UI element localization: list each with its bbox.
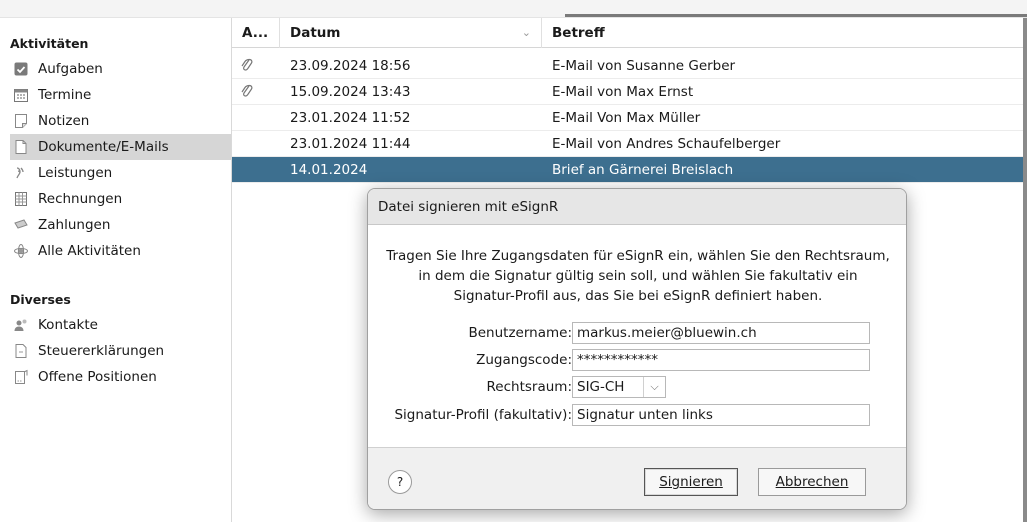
top-toolbar bbox=[0, 0, 1027, 18]
cell-datum: 23.01.2024 11:52 bbox=[290, 110, 411, 126]
cell-betreff: E-Mail Von Max Müller bbox=[552, 110, 701, 126]
jurisdiction-select[interactable]: SIG-CH ⌵ bbox=[572, 376, 666, 398]
code-label: Zugangscode: bbox=[476, 352, 572, 368]
sidebar-item-kontakte[interactable]: Kontakte bbox=[10, 312, 231, 338]
sidebar-item-notizen[interactable]: Notizen bbox=[10, 108, 231, 134]
sidebar-item-label: Leistungen bbox=[38, 165, 113, 181]
table-row-selected[interactable]: 14.01.2024 Brief an Gärnerei Breislach bbox=[232, 157, 1023, 183]
sidebar-item-label: Zahlungen bbox=[38, 217, 111, 233]
calendar-icon bbox=[12, 86, 30, 104]
cell-betreff: Brief an Gärnerei Breislach bbox=[552, 162, 734, 178]
column-header-label: Datum bbox=[290, 25, 341, 41]
cell-datum: 15.09.2024 13:43 bbox=[290, 84, 411, 100]
paperclip-icon bbox=[232, 53, 280, 79]
sign-button-label: Signieren bbox=[659, 474, 723, 490]
dialog-title: Datei signieren mit eSignR bbox=[368, 189, 906, 225]
profile-label: Signatur-Profil (fakultativ): bbox=[394, 407, 572, 423]
jurisdiction-row: Rechtsraum: SIG-CH ⌵ bbox=[368, 376, 906, 398]
cell-datum: 14.01.2024 bbox=[290, 162, 368, 178]
payment-icon bbox=[12, 216, 30, 234]
sidebar-item-zahlungen[interactable]: Zahlungen bbox=[10, 212, 231, 238]
table-row[interactable]: 23.01.2024 11:52 E-Mail Von Max Müller bbox=[232, 105, 1023, 131]
sidebar-item-label: Aufgaben bbox=[38, 61, 103, 77]
sidebar-item-aufgaben[interactable]: Aufgaben bbox=[10, 56, 231, 82]
sidebar-item-leistungen[interactable]: Leistungen bbox=[10, 160, 231, 186]
section-title-diverses: Diverses bbox=[10, 292, 71, 307]
document-icon bbox=[12, 138, 30, 156]
table-row[interactable]: 23.09.2024 18:56 E-Mail von Susanne Gerb… bbox=[232, 53, 1023, 79]
sidebar-item-label: Kontakte bbox=[38, 317, 98, 333]
paperclip-icon bbox=[232, 79, 280, 105]
all-activities-icon bbox=[12, 242, 30, 260]
table-header: A... Datum ⌄ Betreff bbox=[232, 18, 1023, 48]
signature-profile-field[interactable] bbox=[572, 404, 870, 426]
sidebar-item-label: Dokumente/E-Mails bbox=[38, 139, 169, 155]
username-row: Benutzername: bbox=[368, 322, 906, 344]
services-icon bbox=[12, 164, 30, 182]
cell-betreff: E-Mail von Andres Schaufelberger bbox=[552, 136, 781, 152]
sign-button[interactable]: Signieren bbox=[644, 468, 738, 496]
sidebar-item-label: Termine bbox=[38, 87, 92, 103]
column-header-datum[interactable]: Datum ⌄ bbox=[280, 18, 542, 48]
cell-betreff: E-Mail von Max Ernst bbox=[552, 84, 694, 100]
code-row: Zugangscode: bbox=[368, 349, 906, 371]
sidebar-item-label: Offene Positionen bbox=[38, 369, 157, 385]
sort-indicator-icon: ⌄ bbox=[521, 26, 531, 39]
contacts-icon bbox=[12, 316, 30, 334]
dialog-footer: ? Signieren Abbrechen bbox=[368, 447, 906, 509]
access-code-field[interactable] bbox=[572, 349, 870, 371]
note-icon bbox=[12, 112, 30, 130]
sidebar-item-alle-aktivitaeten[interactable]: Alle Aktivitäten bbox=[10, 238, 231, 264]
app-window: Aktivitäten Aufgaben Termine Notizen Dok… bbox=[0, 0, 1027, 522]
cell-betreff: E-Mail von Susanne Gerber bbox=[552, 58, 736, 74]
sidebar-item-label: Steuererklärungen bbox=[38, 343, 165, 359]
sidebar-item-label: Notizen bbox=[38, 113, 90, 129]
username-label: Benutzername: bbox=[468, 325, 572, 341]
cancel-button-label: Abbrechen bbox=[775, 474, 849, 490]
table-row[interactable]: 15.09.2024 13:43 E-Mail von Max Ernst bbox=[232, 79, 1023, 105]
section-title-aktivitaeten: Aktivitäten bbox=[10, 36, 89, 51]
profile-row: Signatur-Profil (fakultativ): bbox=[368, 404, 906, 426]
dialog-intro: Tragen Sie Ihre Zugangsdaten für eSignR … bbox=[368, 246, 906, 306]
cell-datum: 23.09.2024 18:56 bbox=[290, 58, 411, 74]
intro-line: Signatur-Profil aus, das Sie bei eSignR … bbox=[453, 288, 823, 304]
jurisdiction-value: SIG-CH bbox=[577, 379, 625, 395]
tax-return-icon bbox=[12, 342, 30, 360]
sidebar-item-dokumente[interactable]: Dokumente/E-Mails bbox=[10, 134, 231, 160]
username-field[interactable] bbox=[572, 322, 870, 344]
toolbar-divider bbox=[565, 14, 1027, 17]
sidebar-item-offene-positionen[interactable]: Offene Positionen bbox=[10, 364, 231, 390]
sidebar: Aktivitäten Aufgaben Termine Notizen Dok… bbox=[0, 18, 232, 522]
sidebar-item-steuererklaerungen[interactable]: Steuererklärungen bbox=[10, 338, 231, 364]
column-header-attachment[interactable]: A... bbox=[232, 18, 280, 48]
column-header-betreff[interactable]: Betreff bbox=[542, 18, 1022, 48]
sidebar-item-rechnungen[interactable]: Rechnungen bbox=[10, 186, 231, 212]
table-row[interactable]: 23.01.2024 11:44 E-Mail von Andres Schau… bbox=[232, 131, 1023, 157]
help-button[interactable]: ? bbox=[388, 470, 412, 494]
sidebar-item-label: Rechnungen bbox=[38, 191, 123, 207]
intro-line: in dem die Signatur gültig sein soll, un… bbox=[418, 268, 858, 284]
cancel-button[interactable]: Abbrechen bbox=[758, 468, 866, 496]
open-items-icon bbox=[12, 368, 30, 386]
sign-dialog: Datei signieren mit eSignR Tragen Sie Ih… bbox=[367, 188, 907, 510]
chevron-down-icon[interactable]: ⌵ bbox=[643, 377, 665, 397]
jurisdiction-label: Rechtsraum: bbox=[486, 379, 572, 395]
invoice-icon bbox=[12, 190, 30, 208]
cell-datum: 23.01.2024 11:44 bbox=[290, 136, 411, 152]
sidebar-item-termine[interactable]: Termine bbox=[10, 82, 231, 108]
intro-line: Tragen Sie Ihre Zugangsdaten für eSignR … bbox=[386, 248, 890, 264]
sidebar-item-label: Alle Aktivitäten bbox=[38, 243, 141, 259]
task-icon bbox=[12, 60, 30, 78]
